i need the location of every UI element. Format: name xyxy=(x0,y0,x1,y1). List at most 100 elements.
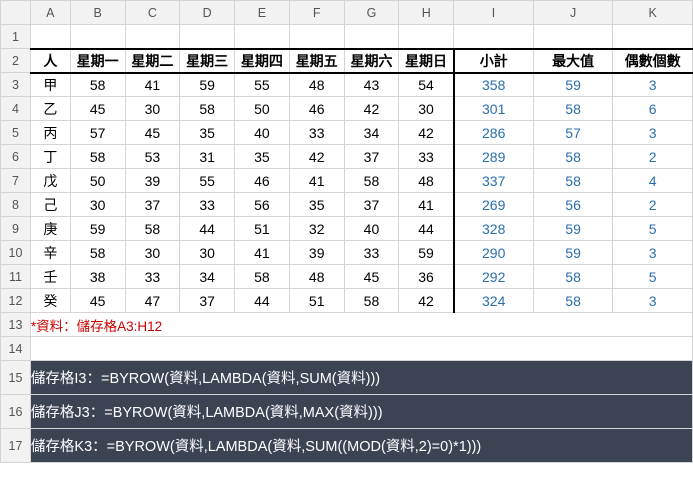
data-cell[interactable]: 40 xyxy=(344,217,399,241)
data-cell[interactable]: 30 xyxy=(399,97,454,121)
table-col-label[interactable]: 星期四 xyxy=(235,49,290,73)
row-header[interactable]: 11 xyxy=(1,265,31,289)
person-label[interactable]: 乙 xyxy=(30,97,70,121)
data-cell[interactable]: 37 xyxy=(344,145,399,169)
data-cell[interactable]: 35 xyxy=(235,145,290,169)
row-header[interactable]: 8 xyxy=(1,193,31,217)
row-header[interactable]: 10 xyxy=(1,241,31,265)
col-header[interactable]: H xyxy=(399,1,454,25)
person-label[interactable]: 庚 xyxy=(30,217,70,241)
data-cell[interactable]: 37 xyxy=(125,193,180,217)
subtotal-cell[interactable]: 286 xyxy=(454,121,534,145)
data-cell[interactable]: 46 xyxy=(235,169,290,193)
data-cell[interactable]: 39 xyxy=(125,169,180,193)
evencount-cell[interactable]: 5 xyxy=(613,217,693,241)
col-header[interactable]: J xyxy=(533,1,613,25)
col-header[interactable]: G xyxy=(344,1,399,25)
table-col-label[interactable]: 偶數個數 xyxy=(613,49,693,73)
data-cell[interactable]: 33 xyxy=(125,265,180,289)
data-cell[interactable]: 43 xyxy=(344,73,399,97)
table-col-label[interactable]: 星期日 xyxy=(399,49,454,73)
data-cell[interactable]: 45 xyxy=(344,265,399,289)
data-cell[interactable]: 48 xyxy=(289,73,344,97)
row-header[interactable]: 7 xyxy=(1,169,31,193)
evencount-cell[interactable]: 2 xyxy=(613,145,693,169)
row-header[interactable]: 16 xyxy=(1,395,31,429)
cell[interactable] xyxy=(289,25,344,49)
max-cell[interactable]: 58 xyxy=(533,97,613,121)
data-cell[interactable]: 41 xyxy=(289,169,344,193)
cell[interactable] xyxy=(180,25,235,49)
table-col-label[interactable]: 星期一 xyxy=(70,49,125,73)
row-header[interactable]: 14 xyxy=(1,337,31,361)
col-header[interactable]: B xyxy=(70,1,125,25)
max-cell[interactable]: 56 xyxy=(533,193,613,217)
max-cell[interactable]: 58 xyxy=(533,145,613,169)
data-cell[interactable]: 54 xyxy=(399,73,454,97)
row-header[interactable]: 15 xyxy=(1,361,31,395)
table-col-label[interactable]: 星期二 xyxy=(125,49,180,73)
cell[interactable] xyxy=(613,25,693,49)
evencount-cell[interactable]: 3 xyxy=(613,73,693,97)
subtotal-cell[interactable]: 292 xyxy=(454,265,534,289)
person-label[interactable]: 癸 xyxy=(30,289,70,313)
data-cell[interactable]: 55 xyxy=(235,73,290,97)
data-cell[interactable]: 59 xyxy=(180,73,235,97)
evencount-cell[interactable]: 3 xyxy=(613,121,693,145)
select-all-corner[interactable] xyxy=(1,1,31,25)
col-header[interactable]: I xyxy=(454,1,534,25)
evencount-cell[interactable]: 2 xyxy=(613,193,693,217)
data-cell[interactable]: 44 xyxy=(235,289,290,313)
subtotal-cell[interactable]: 324 xyxy=(454,289,534,313)
data-cell[interactable]: 30 xyxy=(180,241,235,265)
data-cell[interactable]: 58 xyxy=(70,145,125,169)
evencount-cell[interactable]: 5 xyxy=(613,265,693,289)
subtotal-cell[interactable]: 269 xyxy=(454,193,534,217)
data-cell[interactable]: 48 xyxy=(399,169,454,193)
data-cell[interactable]: 37 xyxy=(180,289,235,313)
data-cell[interactable]: 51 xyxy=(289,289,344,313)
row-header[interactable]: 1 xyxy=(1,25,31,49)
data-cell[interactable]: 32 xyxy=(289,217,344,241)
data-cell[interactable]: 30 xyxy=(125,241,180,265)
data-cell[interactable]: 59 xyxy=(399,241,454,265)
data-cell[interactable]: 58 xyxy=(180,97,235,121)
row-header[interactable]: 6 xyxy=(1,145,31,169)
data-cell[interactable]: 41 xyxy=(235,241,290,265)
cell[interactable] xyxy=(454,25,534,49)
data-cell[interactable]: 56 xyxy=(235,193,290,217)
data-cell[interactable]: 58 xyxy=(344,289,399,313)
subtotal-cell[interactable]: 328 xyxy=(454,217,534,241)
max-cell[interactable]: 59 xyxy=(533,217,613,241)
row-header[interactable]: 13 xyxy=(1,313,31,337)
cell[interactable] xyxy=(533,25,613,49)
table-col-label[interactable]: 人 xyxy=(30,49,70,73)
data-cell[interactable]: 36 xyxy=(399,265,454,289)
col-header[interactable]: C xyxy=(125,1,180,25)
col-header[interactable]: D xyxy=(180,1,235,25)
max-cell[interactable]: 59 xyxy=(533,73,613,97)
data-cell[interactable]: 42 xyxy=(399,121,454,145)
max-cell[interactable]: 58 xyxy=(533,169,613,193)
subtotal-cell[interactable]: 358 xyxy=(454,73,534,97)
spreadsheet[interactable]: A B C D E F G H I J K 12人星期一星期二星期三星期四星期五… xyxy=(0,0,693,463)
person-label[interactable]: 甲 xyxy=(30,73,70,97)
max-cell[interactable]: 58 xyxy=(533,289,613,313)
data-cell[interactable]: 38 xyxy=(70,265,125,289)
cell[interactable] xyxy=(235,25,290,49)
cell[interactable] xyxy=(344,25,399,49)
data-cell[interactable]: 40 xyxy=(235,121,290,145)
data-cell[interactable]: 45 xyxy=(70,97,125,121)
data-cell[interactable]: 39 xyxy=(289,241,344,265)
cell[interactable] xyxy=(399,25,454,49)
data-cell[interactable]: 35 xyxy=(289,193,344,217)
data-cell[interactable]: 45 xyxy=(125,121,180,145)
person-label[interactable]: 己 xyxy=(30,193,70,217)
data-cell[interactable]: 58 xyxy=(235,265,290,289)
col-header[interactable]: E xyxy=(235,1,290,25)
evencount-cell[interactable]: 3 xyxy=(613,241,693,265)
data-cell[interactable]: 42 xyxy=(289,145,344,169)
data-cell[interactable]: 47 xyxy=(125,289,180,313)
cell[interactable] xyxy=(70,25,125,49)
cell[interactable] xyxy=(125,25,180,49)
